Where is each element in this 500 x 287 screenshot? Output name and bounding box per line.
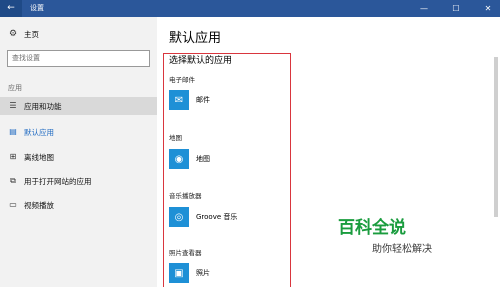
default-apps-icon: ▤ — [9, 127, 17, 136]
sidebar: ⚙ 主页 查找设置 应用 ☰ 应用和功能 ▤ 默认应用 ⊞ 离线地图 ⧉ 用于打… — [0, 17, 157, 287]
minimize-button[interactable]: — — [413, 0, 435, 17]
maximize-button[interactable]: ☐ — [445, 0, 467, 17]
section-subtitle: 选择默认的应用 — [169, 56, 233, 66]
website-apps-icon: ⧉ — [10, 176, 16, 185]
default-app-email[interactable]: ✉ 邮件 — [169, 90, 210, 110]
sidebar-item-label: 离线地图 — [24, 152, 54, 162]
home-label: 主页 — [24, 29, 39, 39]
default-app-music[interactable]: ◎ Groove 音乐 — [169, 207, 237, 227]
default-app-photos[interactable]: ▣ 照片 — [169, 263, 210, 283]
sidebar-item-label: 应用和功能 — [24, 101, 62, 111]
sidebar-item-default-apps[interactable]: ▤ 默认应用 — [0, 123, 157, 141]
section-label: 应用 — [8, 84, 22, 92]
category-label-photos: 照片查看器 — [169, 249, 202, 257]
video-playback-icon: ▭ — [9, 200, 17, 209]
sidebar-item-apps-features[interactable]: ☰ 应用和功能 — [0, 97, 157, 115]
scrollbar[interactable] — [494, 57, 498, 217]
page-title: 默认应用 — [169, 31, 222, 46]
category-label-music: 音乐播放器 — [169, 192, 202, 200]
search-input[interactable]: 查找设置 — [7, 50, 150, 67]
sidebar-item-video-playback[interactable]: ▭ 视频播放 — [0, 196, 157, 214]
sidebar-item-label: 视频播放 — [24, 200, 54, 210]
app-name: 地图 — [196, 155, 210, 163]
app-name: Groove 音乐 — [196, 213, 238, 221]
category-label-email: 电子邮件 — [169, 76, 195, 84]
watermark-title: 百科全说 — [338, 218, 406, 238]
close-button[interactable]: ✕ — [477, 0, 499, 17]
mail-icon: ✉ — [169, 90, 189, 110]
sidebar-item-label: 默认应用 — [24, 127, 54, 137]
sidebar-home[interactable]: ⚙ 主页 — [8, 27, 39, 41]
photos-icon: ▣ — [169, 263, 189, 283]
default-app-maps[interactable]: ◉ 地图 — [169, 149, 210, 169]
groove-music-icon: ◎ — [169, 207, 189, 227]
sidebar-item-website-apps[interactable]: ⧉ 用于打开网站的应用 — [0, 172, 157, 190]
main-panel: 默认应用 选择默认的应用 电子邮件 ✉ 邮件 地图 ◉ 地图 音乐播放器 ◎ G… — [157, 17, 500, 287]
sidebar-item-offline-maps[interactable]: ⊞ 离线地图 — [0, 148, 157, 166]
category-label-maps: 地图 — [169, 134, 182, 142]
window-title: 设置 — [30, 4, 44, 12]
sidebar-item-label: 用于打开网站的应用 — [24, 176, 92, 186]
apps-list-icon: ☰ — [9, 101, 17, 110]
gear-icon: ⚙ — [8, 29, 18, 39]
back-button[interactable]: ← — [0, 0, 22, 17]
offline-maps-icon: ⊞ — [9, 152, 17, 161]
app-name: 照片 — [196, 269, 210, 277]
title-bar: ← 设置 — ☐ ✕ — [0, 0, 500, 17]
watermark-subtitle: 助你轻松解决 — [372, 244, 432, 255]
app-name: 邮件 — [196, 96, 210, 104]
maps-icon: ◉ — [169, 149, 189, 169]
